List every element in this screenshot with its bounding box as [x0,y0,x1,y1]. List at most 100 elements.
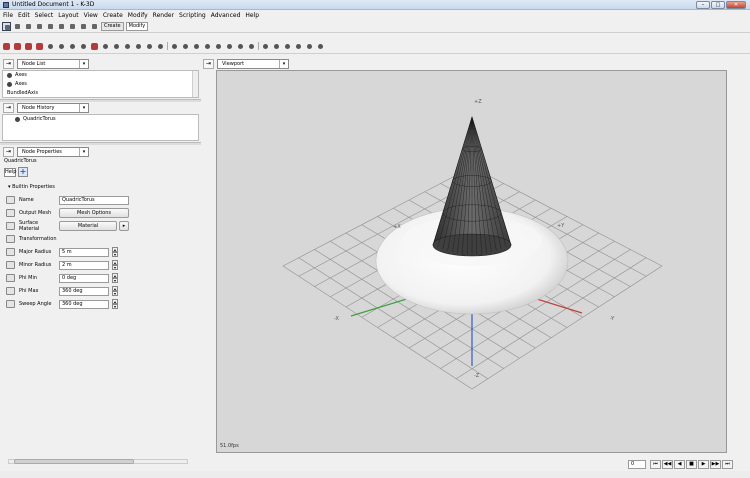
create-nurbs-cone-icon[interactable] [170,42,179,51]
tab-modify[interactable]: Modify [125,21,149,31]
minor-radius-field[interactable]: 2 m [59,260,109,270]
current-frame-field[interactable]: 0 [628,460,646,469]
render-animation-icon[interactable] [90,22,99,31]
create-grid-icon[interactable] [101,42,110,51]
create-nurbs-curve-icon[interactable] [236,42,245,51]
spin-down-icon[interactable]: ▾ [112,291,118,296]
play-reverse-fast-button[interactable]: ◀◀ [662,460,673,469]
render-frame-icon[interactable] [79,22,88,31]
property-icon[interactable] [6,235,15,243]
menu-layout[interactable]: Layout [58,11,78,20]
material-button[interactable]: Material [59,221,117,231]
phi-min-field[interactable]: 0 deg [59,273,109,283]
create-nurbs-cylinder-icon[interactable] [192,42,201,51]
create-polycylinder-icon[interactable] [134,42,143,51]
list-item[interactable]: Axes [3,71,198,80]
3d-viewport[interactable]: +Z -Z +Y -X +X -Y 51.0fps [216,70,727,453]
property-icon[interactable] [6,261,15,269]
pane-splitter[interactable] [0,142,201,145]
node-properties-selector[interactable]: Node Properties ▾ [17,146,89,157]
menu-file[interactable]: File [3,11,13,20]
menu-help[interactable]: Help [245,11,259,20]
move-tool-icon[interactable] [13,22,22,31]
property-icon[interactable] [6,300,15,308]
spin-down-icon[interactable]: ▾ [112,252,118,257]
create-text-icon[interactable] [316,42,325,51]
menu-view[interactable]: View [84,11,98,20]
list-item[interactable]: Axes [3,80,198,89]
property-icon[interactable] [6,209,15,217]
create-nurbs-sphere-icon[interactable] [214,42,223,51]
play-reverse-button[interactable]: ◀ [674,460,685,469]
builtin-properties-group[interactable]: ▾ Builtin Properties [8,184,55,190]
phi-min-spinner[interactable]: ▴ ▾ [112,273,118,283]
create-camera-icon[interactable] [272,42,281,51]
create-polycone-icon[interactable] [123,42,132,51]
minor-radius-spinner[interactable]: ▴ ▾ [112,260,118,270]
name-field[interactable]: QuadricTorus [59,195,129,205]
first-frame-button[interactable]: ⏮ [650,460,661,469]
help-button[interactable]: Help [4,168,16,177]
create-cube-icon[interactable] [2,42,11,51]
property-icon[interactable] [6,274,15,282]
pin-icon[interactable]: ⇥ [203,58,214,69]
node-list-selector[interactable]: Node List ▾ [17,58,89,69]
menu-create[interactable]: Create [103,11,123,20]
tab-create[interactable]: Create [101,21,124,31]
material-menu-button[interactable]: ▸ [119,221,129,231]
create-nurbs-cube-icon[interactable] [181,42,190,51]
close-button[interactable]: ✕ [726,1,746,9]
sweep-angle-spinner[interactable]: ▴ ▾ [112,299,118,309]
create-light-icon[interactable] [261,42,270,51]
list-item[interactable]: BundledAxis [3,89,198,98]
pin-icon[interactable]: ⇥ [3,102,14,113]
create-polysphere-icon[interactable] [145,42,154,51]
property-icon[interactable] [6,196,15,204]
create-paraboloid-icon[interactable] [68,42,77,51]
major-radius-spinner[interactable]: ▴ ▾ [112,247,118,257]
snap-tool-icon[interactable] [57,22,66,31]
add-property-button[interactable]: + [18,167,28,177]
sweep-angle-field[interactable]: 360 deg [59,299,109,309]
maximize-button[interactable]: □ [711,1,725,9]
create-hyperboloid-icon[interactable] [79,42,88,51]
list-item[interactable]: QuadricTorus [3,115,198,124]
create-torus-icon[interactable] [90,42,99,51]
last-frame-button[interactable]: ⏭ [722,460,733,469]
major-radius-field[interactable]: 5 m [59,247,109,257]
play-button[interactable]: ▶ [698,460,709,469]
menu-advanced[interactable]: Advanced [211,11,241,20]
create-sphere-icon[interactable] [24,42,33,51]
create-polytorus-icon[interactable] [156,42,165,51]
menu-edit[interactable]: Edit [18,11,30,20]
minimize-button[interactable]: – [696,1,710,9]
create-nurbs-torus-icon[interactable] [225,42,234,51]
phi-max-spinner[interactable]: ▴ ▾ [112,286,118,296]
create-cone-icon[interactable] [35,42,44,51]
create-cylinder-icon[interactable] [13,42,22,51]
pin-icon[interactable]: ⇥ [3,58,14,69]
viewport-selector[interactable]: Viewport ▾ [217,58,289,69]
pin-icon[interactable]: ⇥ [3,146,14,157]
spin-down-icon[interactable]: ▾ [112,304,118,309]
stop-button[interactable]: ■ [686,460,697,469]
property-icon[interactable] [6,248,15,256]
property-icon[interactable] [6,287,15,295]
mesh-options-button[interactable]: Mesh Options [59,208,129,218]
create-nurbs-patch-icon[interactable] [247,42,256,51]
paint-tool-icon[interactable] [46,22,55,31]
play-fast-button[interactable]: ▶▶ [710,460,721,469]
node-list-scrollbar[interactable] [192,71,198,97]
create-disk-icon[interactable] [57,42,66,51]
create-nurbs-disk-icon[interactable] [203,42,212,51]
create-curve-icon[interactable] [46,42,55,51]
spin-down-icon[interactable]: ▾ [112,278,118,283]
menu-select[interactable]: Select [35,11,54,20]
spin-down-icon[interactable]: ▾ [112,265,118,270]
property-icon[interactable] [6,222,15,230]
render-region-icon[interactable] [68,22,77,31]
create-quadric-icon[interactable] [305,42,314,51]
create-shader-icon[interactable] [294,42,303,51]
create-polycube-icon[interactable] [112,42,121,51]
node-history-selector[interactable]: Node History ▾ [17,102,89,113]
